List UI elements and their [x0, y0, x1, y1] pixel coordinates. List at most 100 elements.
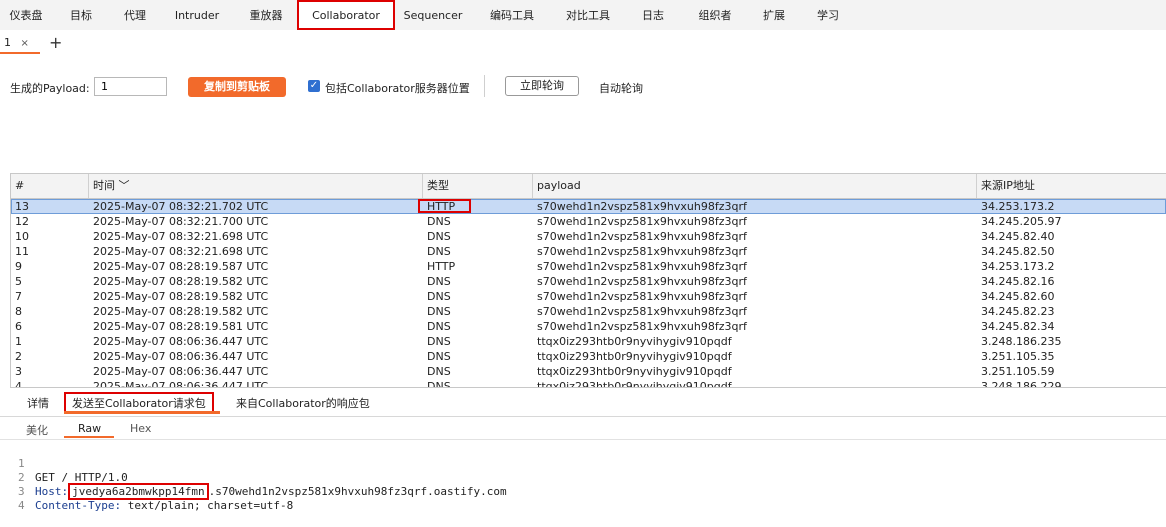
raw-request-editor[interactable]: 1 GET / HTTP/1.0 2 Host: jvedya6a2bmwkpp1… — [0, 443, 1166, 512]
table-row[interactable]: 6 2025-May-07 08:28:19.581 UTC DNS s70wehd1… — [11, 319, 1166, 334]
cell-time: 2025-May-07 08:32:21.702 UTC — [93, 200, 269, 213]
cell-ip: 3.251.105.35 — [981, 350, 1055, 363]
nav-tab-3[interactable]: Intruder — [173, 0, 221, 30]
cell-ip: 34.245.82.50 — [981, 245, 1055, 258]
cell-id: 3 — [15, 365, 22, 378]
nav-tab-9[interactable]: 日志 — [638, 0, 668, 30]
request-line-4: 4 — [0, 485, 1166, 512]
column-header[interactable]: 来源IP地址 — [977, 174, 1166, 198]
payload-count-label: 生成的Payload: — [10, 82, 90, 95]
request-line-2: 2 Host: jvedya6a2bmwkpp14fmn .s70wehd1n2vs… — [0, 457, 1166, 500]
copy-to-clipboard-button[interactable]: 复制到剪贴板 — [188, 77, 286, 97]
tab-raw[interactable]: Raw — [78, 422, 101, 435]
nav-tab-10[interactable]: 组织者 — [693, 0, 737, 30]
top-nav: 仪表盘 目标 代理 Intruder 重放器 Collaborator Sequencer 编… — [0, 0, 1166, 31]
cell-payload: ttqx0iz293htb0r9nyvihygiv910pqdf — [537, 380, 732, 388]
tab-hex[interactable]: Hex — [130, 422, 151, 435]
nav-tab-7[interactable]: 编码工具 — [486, 0, 538, 30]
tab-details[interactable]: 详情 — [27, 395, 49, 411]
auto-poll-toggle[interactable]: 自动轮询 — [599, 80, 643, 96]
cell-time: 2025-May-07 08:28:19.587 UTC — [93, 260, 269, 273]
cell-ip: 3.251.105.59 — [981, 365, 1055, 378]
cell-payload: s70wehd1n2vspz581x9hvxuh98fz3qrf — [537, 260, 747, 273]
cell-type: DNS — [427, 320, 451, 333]
nav-tab-0[interactable]: 仪表盘 — [4, 0, 48, 30]
cell-id: 11 — [15, 245, 29, 258]
cell-id: 12 — [15, 215, 29, 228]
table-row[interactable]: 7 2025-May-07 08:28:19.582 UTC DNS s70wehd1… — [11, 289, 1166, 304]
nav-tab-12[interactable]: 学习 — [813, 0, 843, 30]
cell-type: DNS — [427, 215, 451, 228]
cell-payload: ttqx0iz293htb0r9nyvihygiv910pqdf — [537, 335, 732, 348]
nav-tab-6[interactable]: Sequencer — [402, 0, 464, 30]
cell-time: 2025-May-07 08:32:21.700 UTC — [93, 215, 269, 228]
table-row[interactable]: 13 2025-May-07 08:32:21.702 UTC HTTP s70weh… — [11, 199, 1166, 214]
cell-payload: s70wehd1n2vspz581x9hvxuh98fz3qrf — [537, 305, 747, 318]
cell-payload: s70wehd1n2vspz581x9hvxuh98fz3qrf — [537, 245, 747, 258]
cell-id: 7 — [15, 290, 22, 303]
table-row[interactable]: 8 2025-May-07 08:28:19.582 UTC DNS s70wehd1… — [11, 304, 1166, 319]
cell-time: 2025-May-07 08:28:19.582 UTC — [93, 290, 269, 303]
poll-now-button[interactable]: 立即轮询 — [505, 76, 579, 96]
cell-ip: 3.248.186.235 — [981, 335, 1062, 348]
table-body: 13 2025-May-07 08:32:21.702 UTC HTTP s70weh… — [11, 199, 1166, 388]
cell-id: 8 — [15, 305, 22, 318]
cell-ip: 3.248.186.229 — [981, 380, 1062, 388]
payload-count-input[interactable] — [94, 77, 167, 96]
subtab-label: 1 — [4, 36, 11, 49]
column-header[interactable]: 类型 — [423, 174, 533, 198]
column-header[interactable]: 时间 ﹀ — [89, 174, 423, 198]
include-server-location-checkbox[interactable]: ✓ — [308, 80, 320, 92]
cell-ip: 34.245.82.34 — [981, 320, 1055, 333]
cell-payload: ttqx0iz293htb0r9nyvihygiv910pqdf — [537, 350, 732, 363]
nav-tab-11[interactable]: 扩展 — [759, 0, 789, 30]
cell-type: DNS — [427, 335, 451, 348]
cell-type: DNS — [427, 380, 451, 388]
table-row[interactable]: 1 2025-May-07 08:06:36.447 UTC DNS ttqx0iz2… — [11, 334, 1166, 349]
cell-ip: 34.245.82.40 — [981, 230, 1055, 243]
request-text: Content-Type: text/plain; charset=utf-8 — [35, 499, 293, 513]
cell-type: DNS — [427, 365, 451, 378]
table-row[interactable]: 12 2025-May-07 08:32:21.700 UTC DNS s70wehd… — [11, 214, 1166, 229]
cell-type: DNS — [427, 245, 451, 258]
close-icon[interactable]: × — [21, 38, 29, 49]
nav-tab-1[interactable]: 目标 — [66, 0, 96, 30]
cell-id: 5 — [15, 275, 22, 288]
cell-ip: 34.245.82.16 — [981, 275, 1055, 288]
cell-time: 2025-May-07 08:28:19.582 UTC — [93, 305, 269, 318]
tab-pretty[interactable]: 美化 — [26, 422, 48, 438]
cell-time: 2025-May-07 08:32:21.698 UTC — [93, 230, 269, 243]
cell-time: 2025-May-07 08:28:19.582 UTC — [93, 275, 269, 288]
nav-tab-2[interactable]: 代理 — [120, 0, 150, 30]
raw-tab-underline — [64, 436, 114, 438]
table-row[interactable]: 5 2025-May-07 08:28:19.582 UTC DNS s70wehd1… — [11, 274, 1166, 289]
request-line-3: 3 Content-Type: text/plain; charset=utf-… — [0, 471, 1166, 512]
type-highlight-box — [418, 199, 471, 213]
cell-payload: s70wehd1n2vspz581x9hvxuh98fz3qrf — [537, 230, 747, 243]
cell-time: 2025-May-07 08:06:36.447 UTC — [93, 350, 269, 363]
nav-tab-8[interactable]: 对比工具 — [562, 0, 614, 30]
table-row[interactable]: 11 2025-May-07 08:32:21.698 UTC DNS s70wehd… — [11, 244, 1166, 259]
cell-payload: s70wehd1n2vspz581x9hvxuh98fz3qrf — [537, 320, 747, 333]
cell-id: 10 — [15, 230, 29, 243]
table-row[interactable]: 3 2025-May-07 08:06:36.447 UTC DNS ttqx0iz2… — [11, 364, 1166, 379]
cell-ip: 34.245.82.60 — [981, 290, 1055, 303]
cell-id: 2 — [15, 350, 22, 363]
table-row[interactable]: 4 2025-May-07 08:06:36.447 UTC DNS ttqx0iz2… — [11, 379, 1166, 388]
table-row[interactable]: 2 2025-May-07 08:06:36.447 UTC DNS ttqx0iz2… — [11, 349, 1166, 364]
cell-ip: 34.253.173.2 — [981, 260, 1055, 273]
column-header[interactable]: # — [11, 174, 89, 198]
add-tab-icon[interactable]: + — [49, 32, 62, 54]
table-row[interactable]: 10 2025-May-07 08:32:21.698 UTC DNS s70wehd… — [11, 229, 1166, 244]
nav-tab-4[interactable]: 重放器 — [244, 0, 288, 30]
table-row[interactable]: 9 2025-May-07 08:28:19.587 UTC HTTP s70wehd… — [11, 259, 1166, 274]
divider — [484, 75, 485, 97]
view-tabs: 美化 Raw Hex — [0, 417, 1166, 440]
line-number: 4 — [18, 499, 25, 512]
detail-tabs: 详情 发送至Collaborator请求包 来自Collaborator的响应包 — [0, 390, 1166, 417]
nav-tab-5[interactable]: Collaborator — [297, 0, 395, 30]
column-header[interactable]: payload — [533, 174, 977, 198]
subtab-1[interactable]: 1 × — [0, 32, 40, 54]
cell-ip: 34.245.82.23 — [981, 305, 1055, 318]
tab-response-from-collaborator[interactable]: 来自Collaborator的响应包 — [236, 395, 370, 411]
